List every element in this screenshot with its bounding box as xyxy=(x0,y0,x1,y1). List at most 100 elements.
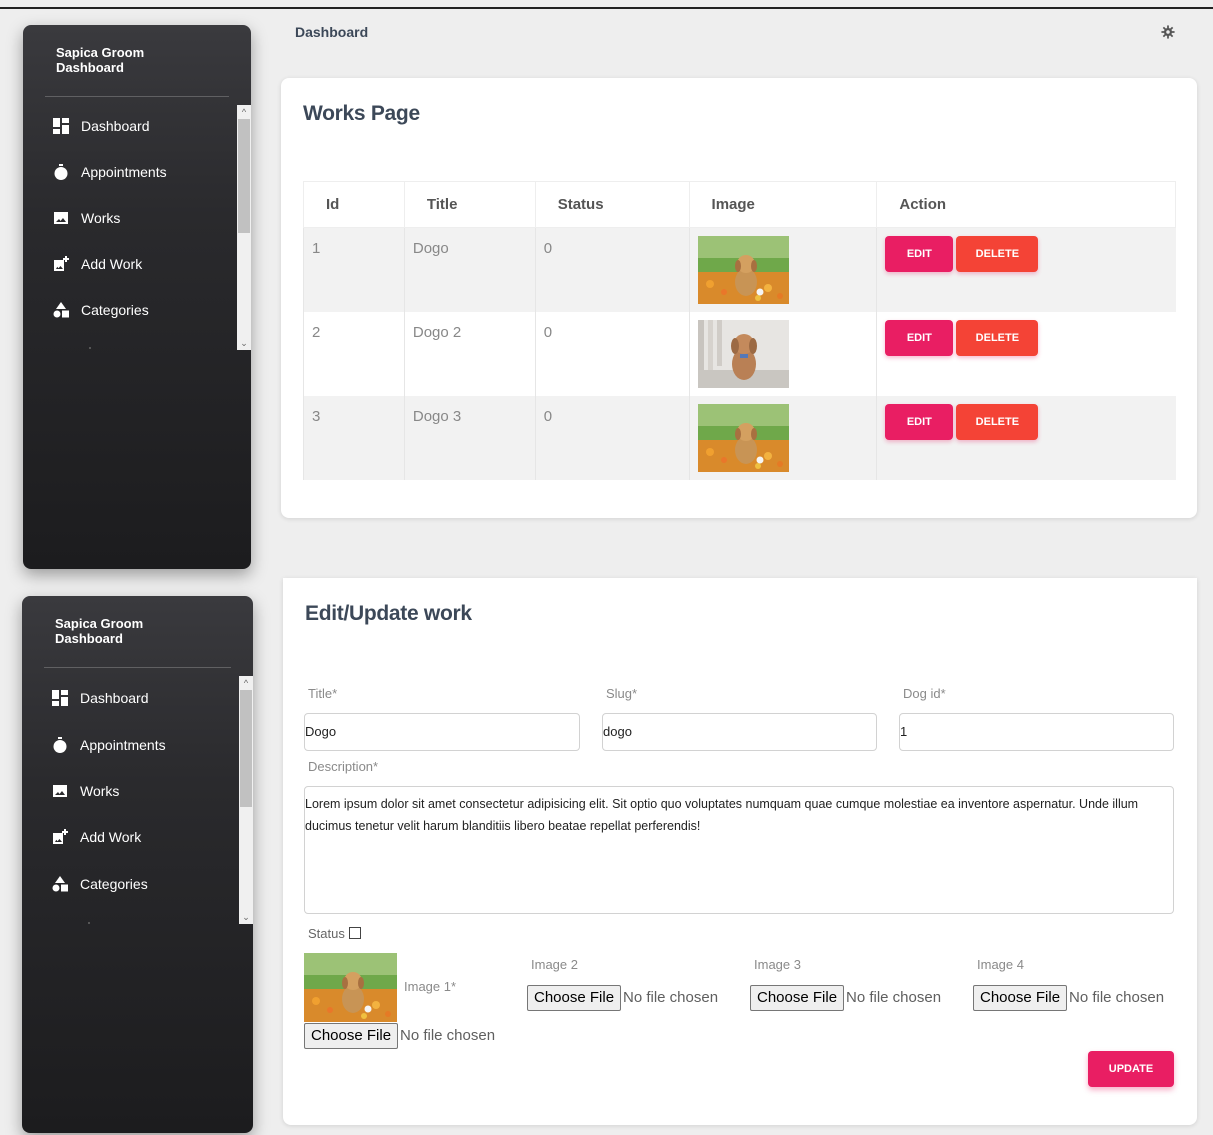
cell-title: Dogo 2 xyxy=(403,311,536,396)
image1-label: Image 1* xyxy=(404,979,457,994)
sidebar-secondary: Sapica Groom Dashboard Dashboard Appoint… xyxy=(22,596,253,1133)
edit-button[interactable]: EDIT xyxy=(885,236,954,272)
brand-divider xyxy=(45,96,229,97)
cell-title: Dogo xyxy=(403,227,536,312)
column-header-status: Status xyxy=(534,181,690,228)
edit-button[interactable]: EDIT xyxy=(885,319,954,356)
sidebar-brand[interactable]: Sapica Groom Dashboard xyxy=(56,45,206,75)
cell-actions: EDIT DELETE xyxy=(876,395,1176,480)
image1-choose-file-button[interactable]: Choose File xyxy=(304,1023,399,1049)
dog-in-field-photo xyxy=(697,403,789,472)
cell-image xyxy=(688,311,877,396)
dog-in-field-photo xyxy=(697,236,789,304)
image3-choose-file-button[interactable]: Choose File xyxy=(750,985,845,1011)
brand-line-2: Dashboard xyxy=(56,60,124,75)
image4-file-status: No file chosen xyxy=(1069,989,1165,1006)
cell-status: 0 xyxy=(534,395,690,480)
table-row: 1 Dogo 0 EDIT DELETE xyxy=(303,227,1176,312)
column-header-title: Title xyxy=(403,181,536,228)
sidebar-item-categories[interactable]: Categories xyxy=(52,872,148,896)
sidebar-item-label: Works xyxy=(81,210,121,226)
sidebar-item-dashboard[interactable]: Dashboard xyxy=(53,114,150,138)
sidebar-item-add-work[interactable]: Add Work xyxy=(52,825,141,849)
edit-form-title: Edit/Update work xyxy=(305,602,472,625)
category-icon xyxy=(52,876,68,892)
image4-label: Image 4 xyxy=(977,957,1024,972)
image2-label: Image 2 xyxy=(531,957,578,972)
sidebar-item-appointments[interactable]: Appointments xyxy=(53,160,167,184)
title-input[interactable]: Dogo xyxy=(304,713,580,751)
description-label: Description* xyxy=(308,759,379,774)
sidebar-item-appointments[interactable]: Appointments xyxy=(52,733,166,757)
sidebar-dot xyxy=(89,347,91,349)
brand-line-1: Sapica Groom xyxy=(55,616,144,631)
image1-file-status: No file chosen xyxy=(400,1027,496,1044)
description-textarea[interactable]: Lorem ipsum dolor sit amet consectetur a… xyxy=(304,786,1174,914)
scrollbar-thumb[interactable] xyxy=(240,690,252,807)
dashboard-icon xyxy=(52,690,68,706)
dog-id-input[interactable]: 1 xyxy=(899,713,1174,751)
sidebar-item-add-work[interactable]: Add Work xyxy=(53,252,142,276)
cell-status: 0 xyxy=(534,311,690,396)
scroll-down-icon[interactable]: ⌄ xyxy=(239,910,253,924)
sidebar-item-works[interactable]: Works xyxy=(52,779,119,803)
sidebar-item-label: Appointments xyxy=(81,164,167,180)
sidebar-scrollbar[interactable]: ^ ⌄ xyxy=(239,676,253,924)
cell-image xyxy=(688,395,877,480)
sidebar-item-label: Works xyxy=(80,783,120,799)
table-header-row: Id Title Status Image Action xyxy=(303,181,1176,228)
stopwatch-icon xyxy=(54,164,68,180)
dog-id-label: Dog id* xyxy=(903,686,946,701)
column-header-image: Image xyxy=(688,181,878,228)
sidebar-item-categories[interactable]: Categories xyxy=(53,298,149,322)
sidebar-dot xyxy=(88,922,90,924)
page-title: Dashboard xyxy=(295,24,369,40)
image2-choose-file-button[interactable]: Choose File xyxy=(527,985,622,1011)
cell-id: 1 xyxy=(303,227,405,312)
works-page-title: Works Page xyxy=(303,102,420,125)
sidebar-item-label: Categories xyxy=(80,876,148,892)
sidebar-item-dashboard[interactable]: Dashboard xyxy=(52,686,149,710)
status-checkbox[interactable] xyxy=(349,927,361,939)
image1-preview xyxy=(304,953,397,1022)
image3-file-status: No file chosen xyxy=(846,989,942,1006)
sidebar-item-label: Dashboard xyxy=(80,690,149,706)
scrollbar-thumb[interactable] xyxy=(238,119,250,233)
update-button[interactable]: UPDATE xyxy=(1088,1051,1174,1087)
table-row: 2 Dogo 2 0 EDIT DELETE xyxy=(303,311,1176,396)
sidebar-item-label: Add Work xyxy=(80,829,142,845)
delete-button[interactable]: DELETE xyxy=(956,319,1039,356)
title-label: Title* xyxy=(308,686,338,701)
gear-icon[interactable] xyxy=(1161,25,1175,39)
stopwatch-icon xyxy=(53,737,67,753)
scroll-up-icon[interactable]: ^ xyxy=(239,676,253,690)
sidebar-scrollbar[interactable]: ^ ⌄ xyxy=(237,105,251,350)
cell-actions: EDIT DELETE xyxy=(876,311,1176,396)
slug-input[interactable]: dogo xyxy=(602,713,877,751)
brand-line-1: Sapica Groom xyxy=(56,45,145,60)
sidebar-item-label: Categories xyxy=(81,302,149,318)
image3-label: Image 3 xyxy=(754,957,801,972)
image-icon xyxy=(53,785,67,797)
dog-on-porch-photo xyxy=(697,319,789,388)
cell-id: 2 xyxy=(303,311,405,396)
image4-choose-file-button[interactable]: Choose File xyxy=(973,985,1068,1011)
sidebar-item-label: Appointments xyxy=(80,737,166,753)
image2-file-status: No file chosen xyxy=(623,989,719,1006)
cell-image xyxy=(688,227,877,312)
scroll-up-icon[interactable]: ^ xyxy=(237,105,251,119)
add-photo-icon xyxy=(53,829,68,844)
sidebar-item-label: Dashboard xyxy=(81,118,150,134)
delete-button[interactable]: DELETE xyxy=(956,236,1039,272)
status-label: Status xyxy=(308,926,345,941)
add-photo-icon xyxy=(54,256,69,271)
cell-title: Dogo 3 xyxy=(403,395,536,480)
sidebar-item-works[interactable]: Works xyxy=(53,206,120,230)
cell-id: 3 xyxy=(303,395,405,480)
scroll-down-icon[interactable]: ⌄ xyxy=(237,336,251,350)
sidebar-brand[interactable]: Sapica Groom Dashboard xyxy=(55,616,205,646)
sidebar-item-label: Add Work xyxy=(81,256,143,272)
delete-button[interactable]: DELETE xyxy=(956,403,1039,440)
edit-button[interactable]: EDIT xyxy=(885,403,954,440)
brand-line-2: Dashboard xyxy=(55,631,123,646)
